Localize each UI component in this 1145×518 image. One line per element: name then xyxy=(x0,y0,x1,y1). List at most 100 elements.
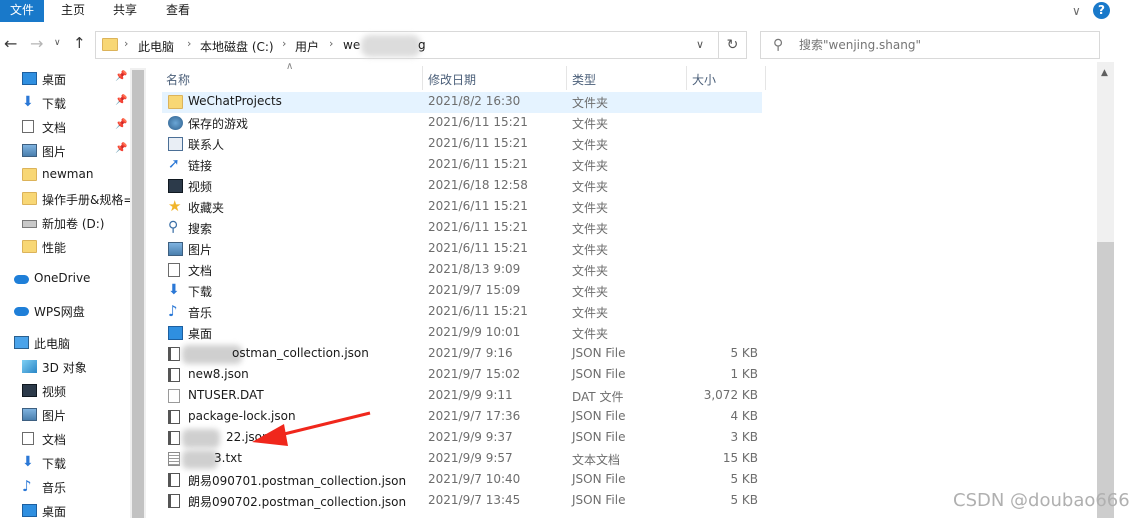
nav-item[interactable]: 视频 xyxy=(0,380,130,402)
file-row[interactable]: ♪ 音乐 2021/6/11 15:21 文件夹 xyxy=(162,302,762,323)
column-divider[interactable] xyxy=(686,66,687,90)
tab-file[interactable]: 文件 xyxy=(0,0,44,22)
file-list-scrollbar[interactable]: ▲ xyxy=(1097,62,1114,518)
nav-scrollbar[interactable] xyxy=(130,68,146,518)
file-row[interactable]: 视频 2021/6/18 12:58 文件夹 xyxy=(162,176,762,197)
breadcrumb-this-pc[interactable]: 此电脑 xyxy=(138,38,174,55)
address-bar[interactable]: › 此电脑 › 本地磁盘 (C:) › 用户 › we g ∨ xyxy=(95,31,719,59)
file-list: ∧ 名称 修改日期 类型 大小 WeChatProjects 2021/8/2 1… xyxy=(146,62,1100,518)
file-type: 文件夹 xyxy=(572,285,609,299)
file-type: 文件夹 xyxy=(572,306,609,320)
search-box[interactable]: ⚲ xyxy=(760,31,1100,59)
nav-item-label: newman xyxy=(42,167,94,181)
file-date: 2021/8/2 16:30 xyxy=(428,94,521,108)
file-list-scrollbar-thumb[interactable] xyxy=(1097,242,1114,518)
file-row[interactable]: NTUSER.DAT 2021/9/9 9:11 DAT 文件 3,072 KB xyxy=(162,386,762,407)
file-row[interactable]: ⚲ 搜索 2021/6/11 15:21 文件夹 xyxy=(162,218,762,239)
nav-item[interactable]: 3D 对象 xyxy=(0,356,130,378)
column-header-date[interactable]: 修改日期 xyxy=(428,71,476,88)
file-type: JSON File xyxy=(572,430,626,444)
nav-item[interactable]: newman xyxy=(0,164,130,186)
address-dropdown-icon[interactable]: ∨ xyxy=(696,38,704,51)
forward-arrow-icon[interactable]: → xyxy=(30,34,43,53)
nav-item[interactable]: ⬇ 下载 📌 xyxy=(0,92,130,114)
file-date: 2021/6/18 12:58 xyxy=(428,178,528,192)
file-row[interactable]: 文档 2021/8/13 9:09 文件夹 xyxy=(162,260,762,281)
file-row[interactable]: ⬇ 下载 2021/9/7 15:09 文件夹 xyxy=(162,281,762,302)
nav-item[interactable]: WPS网盘 xyxy=(0,300,130,322)
file-row[interactable]: new8.json 2021/9/7 15:02 JSON File 1 KB xyxy=(162,365,762,386)
file-name: 3.txt xyxy=(214,451,242,465)
column-divider[interactable] xyxy=(422,66,423,90)
breadcrumb-user-folder[interactable]: we xyxy=(343,38,360,52)
file-date: 2021/6/11 15:21 xyxy=(428,220,528,234)
breadcrumb-users[interactable]: 用户 xyxy=(295,38,319,55)
nav-item[interactable]: 文档 xyxy=(0,428,130,450)
file-row[interactable]: WeChatProjects 2021/8/2 16:30 文件夹 xyxy=(162,92,762,113)
contacts-icon xyxy=(168,137,183,151)
file-date: 2021/9/9 9:11 xyxy=(428,388,513,402)
scroll-up-arrow-icon[interactable]: ▲ xyxy=(1101,68,1108,78)
up-arrow-icon[interactable]: ↑ xyxy=(73,34,86,52)
nav-item-label: 文档 xyxy=(42,121,67,135)
nav-item[interactable]: 新加卷 (D:) xyxy=(0,212,130,234)
file-name: 下载 xyxy=(188,285,213,299)
search-input[interactable] xyxy=(799,38,1089,52)
tab-view[interactable]: 查看 xyxy=(155,0,201,22)
nav-item[interactable]: ⬇ 下载 xyxy=(0,452,130,474)
file-row[interactable]: 图片 2021/6/11 15:21 文件夹 xyxy=(162,239,762,260)
column-header-type[interactable]: 类型 xyxy=(572,71,596,88)
file-row[interactable]: 桌面 2021/9/9 10:01 文件夹 xyxy=(162,323,762,344)
nav-item[interactable]: 性能 xyxy=(0,236,130,258)
nav-item[interactable]: ♪ 音乐 xyxy=(0,476,130,498)
recent-locations-chevron-icon[interactable]: ∨ xyxy=(54,38,61,48)
folder-icon xyxy=(22,192,37,205)
help-icon[interactable]: ? xyxy=(1093,2,1110,19)
tab-share[interactable]: 共享 xyxy=(103,0,147,22)
file-row[interactable]: 保存的游戏 2021/6/11 15:21 文件夹 xyxy=(162,113,762,134)
nav-item[interactable]: 桌面 xyxy=(0,500,130,518)
file-date: 2021/9/9 10:01 xyxy=(428,325,521,339)
nav-item[interactable]: 此电脑 xyxy=(0,332,130,354)
nav-item[interactable]: 桌面 📌 xyxy=(0,68,130,90)
desktop-icon xyxy=(168,326,183,340)
file-row[interactable]: 朗易090702.postman_collection.json 2021/9/7… xyxy=(162,491,762,512)
video-icon xyxy=(168,179,183,193)
nav-item[interactable]: 文档 📌 xyxy=(0,116,130,138)
tab-home[interactable]: 主页 xyxy=(50,0,96,22)
nav-item[interactable]: 操作手册&规格= xyxy=(0,188,133,210)
file-row[interactable]: 22.json 2021/9/9 9:37 JSON File 3 KB xyxy=(162,428,762,449)
file-row[interactable]: 联系人 2021/6/11 15:21 文件夹 xyxy=(162,134,762,155)
file-row[interactable]: ★ 收藏夹 2021/6/11 15:21 文件夹 xyxy=(162,197,762,218)
nav-item[interactable]: 图片 xyxy=(0,404,130,426)
file-row[interactable]: 朗易090701.postman_collection.json 2021/9/7… xyxy=(162,470,762,491)
nav-item[interactable]: 图片 📌 xyxy=(0,140,130,162)
file-name: 视频 xyxy=(188,180,213,194)
pin-icon: 📌 xyxy=(115,119,128,130)
expand-ribbon-icon[interactable]: ∨ xyxy=(1072,4,1081,18)
nav-item-label: OneDrive xyxy=(34,271,91,285)
file-size: 5 KB xyxy=(730,346,758,360)
file-row[interactable]: package-lock.json 2021/9/7 17:36 JSON File… xyxy=(162,407,762,428)
file-row[interactable]: ostman_collection.json 2021/9/7 9:16 JSON … xyxy=(162,344,762,365)
text-file-icon xyxy=(168,452,180,466)
file-date: 2021/9/7 15:02 xyxy=(428,367,521,381)
file-row[interactable]: 3.txt 2021/9/9 9:57 文本文档 15 KB xyxy=(162,449,762,470)
column-divider[interactable] xyxy=(765,66,766,90)
nav-scrollbar-thumb[interactable] xyxy=(132,70,144,518)
navigation-bar: ← → ∨ ↑ › 此电脑 › 本地磁盘 (C:) › 用户 › we g ∨ … xyxy=(0,28,1145,62)
breadcrumb-local-disk[interactable]: 本地磁盘 (C:) xyxy=(200,38,274,55)
file-date: 2021/9/9 9:57 xyxy=(428,451,513,465)
json-file-icon xyxy=(168,347,180,361)
refresh-icon[interactable]: ↻ xyxy=(719,31,747,59)
file-name: 文档 xyxy=(188,264,213,278)
column-header-name[interactable]: 名称 xyxy=(166,71,190,88)
file-row[interactable]: ➚ 链接 2021/6/11 15:21 文件夹 xyxy=(162,155,762,176)
nav-item-label: 图片 xyxy=(42,145,67,159)
column-divider[interactable] xyxy=(566,66,567,90)
breadcrumb-separator: › xyxy=(124,37,129,50)
nav-item[interactable]: OneDrive xyxy=(0,268,130,290)
back-arrow-icon[interactable]: ← xyxy=(4,34,17,53)
file-date: 2021/6/11 15:21 xyxy=(428,136,528,150)
column-header-size[interactable]: 大小 xyxy=(692,71,716,88)
